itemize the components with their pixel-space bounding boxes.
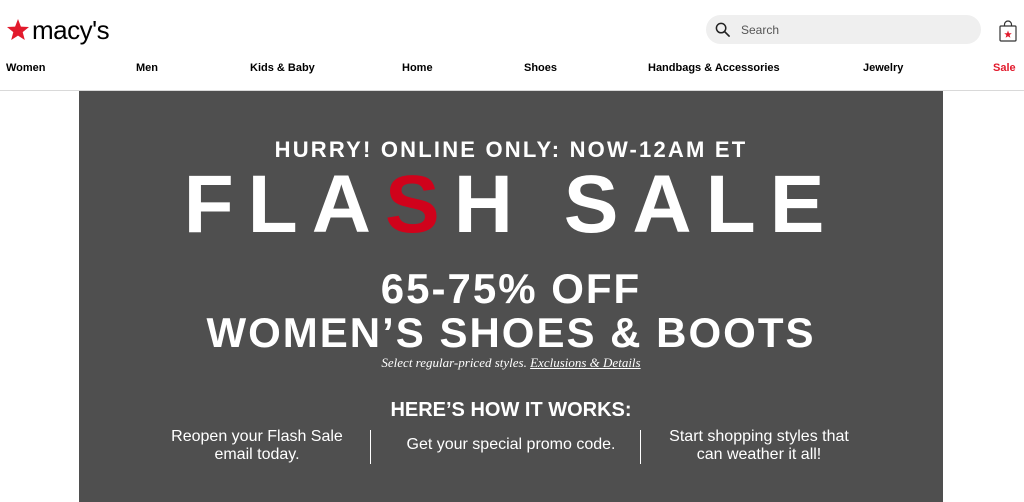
step-divider [640, 430, 641, 464]
fine-print-text: Select regular-priced styles. [381, 355, 527, 370]
how-it-works-steps: Reopen your Flash Sale email today. Get … [79, 428, 943, 468]
nav-item-sale[interactable]: Sale [993, 61, 1016, 75]
main-navigation: Women Men Kids & Baby Home Shoes Handbag… [0, 61, 1024, 75]
step-3-line-1: Start shopping styles that [669, 428, 849, 445]
offer-percent: 65-75% OFF [380, 265, 642, 312]
site-header: macy's Women Men Kids & Baby Home Shoes … [0, 0, 1024, 91]
headline-part-1: FLA [183, 159, 385, 250]
nav-item-men[interactable]: Men [136, 61, 158, 75]
nav-item-women[interactable]: Women [6, 61, 46, 75]
step-3: Start shopping styles that can weather i… [651, 428, 867, 464]
nav-item-kids-baby[interactable]: Kids & Baby [250, 61, 315, 75]
logo-wordmark: macy's [32, 15, 110, 45]
step-divider [370, 430, 371, 464]
step-1: Reopen your Flash Sale email today. [159, 428, 355, 464]
search-bar[interactable] [706, 15, 981, 44]
exclusions-details-link[interactable]: Exclusions & Details [530, 355, 641, 370]
nav-item-jewelry[interactable]: Jewelry [863, 61, 903, 75]
step-2: Get your special promo code. [385, 436, 637, 454]
search-input[interactable] [741, 22, 951, 37]
offer-category: WOMEN’S SHOES & BOOTS [206, 309, 816, 356]
fine-print: Select regular-priced styles. Exclusions… [79, 355, 943, 371]
how-it-works-title: HERE’S HOW IT WORKS: [390, 399, 632, 421]
headline-part-2: H SALE [453, 159, 839, 250]
search-icon[interactable] [715, 22, 730, 37]
step-2-line-1: Get your special promo code. [406, 436, 616, 453]
step-3-line-2: can weather it all! [696, 446, 822, 463]
nav-item-shoes[interactable]: Shoes [524, 61, 557, 75]
star-icon [7, 19, 29, 40]
macys-logo[interactable]: macy's [6, 12, 110, 48]
nav-item-home[interactable]: Home [402, 61, 433, 75]
nav-item-handbags-accessories[interactable]: Handbags & Accessories [648, 61, 780, 75]
headline-highlight: S [385, 159, 454, 250]
shopping-bag-icon[interactable] [999, 20, 1017, 42]
step-1-line-2: email today. [214, 446, 300, 463]
banner-headline: FLASH SALE [79, 157, 943, 252]
step-1-line-1: Reopen your Flash Sale [171, 428, 343, 445]
flash-sale-banner[interactable]: HURRY! ONLINE ONLY: NOW-12AM ET FLASH SA… [79, 91, 943, 502]
